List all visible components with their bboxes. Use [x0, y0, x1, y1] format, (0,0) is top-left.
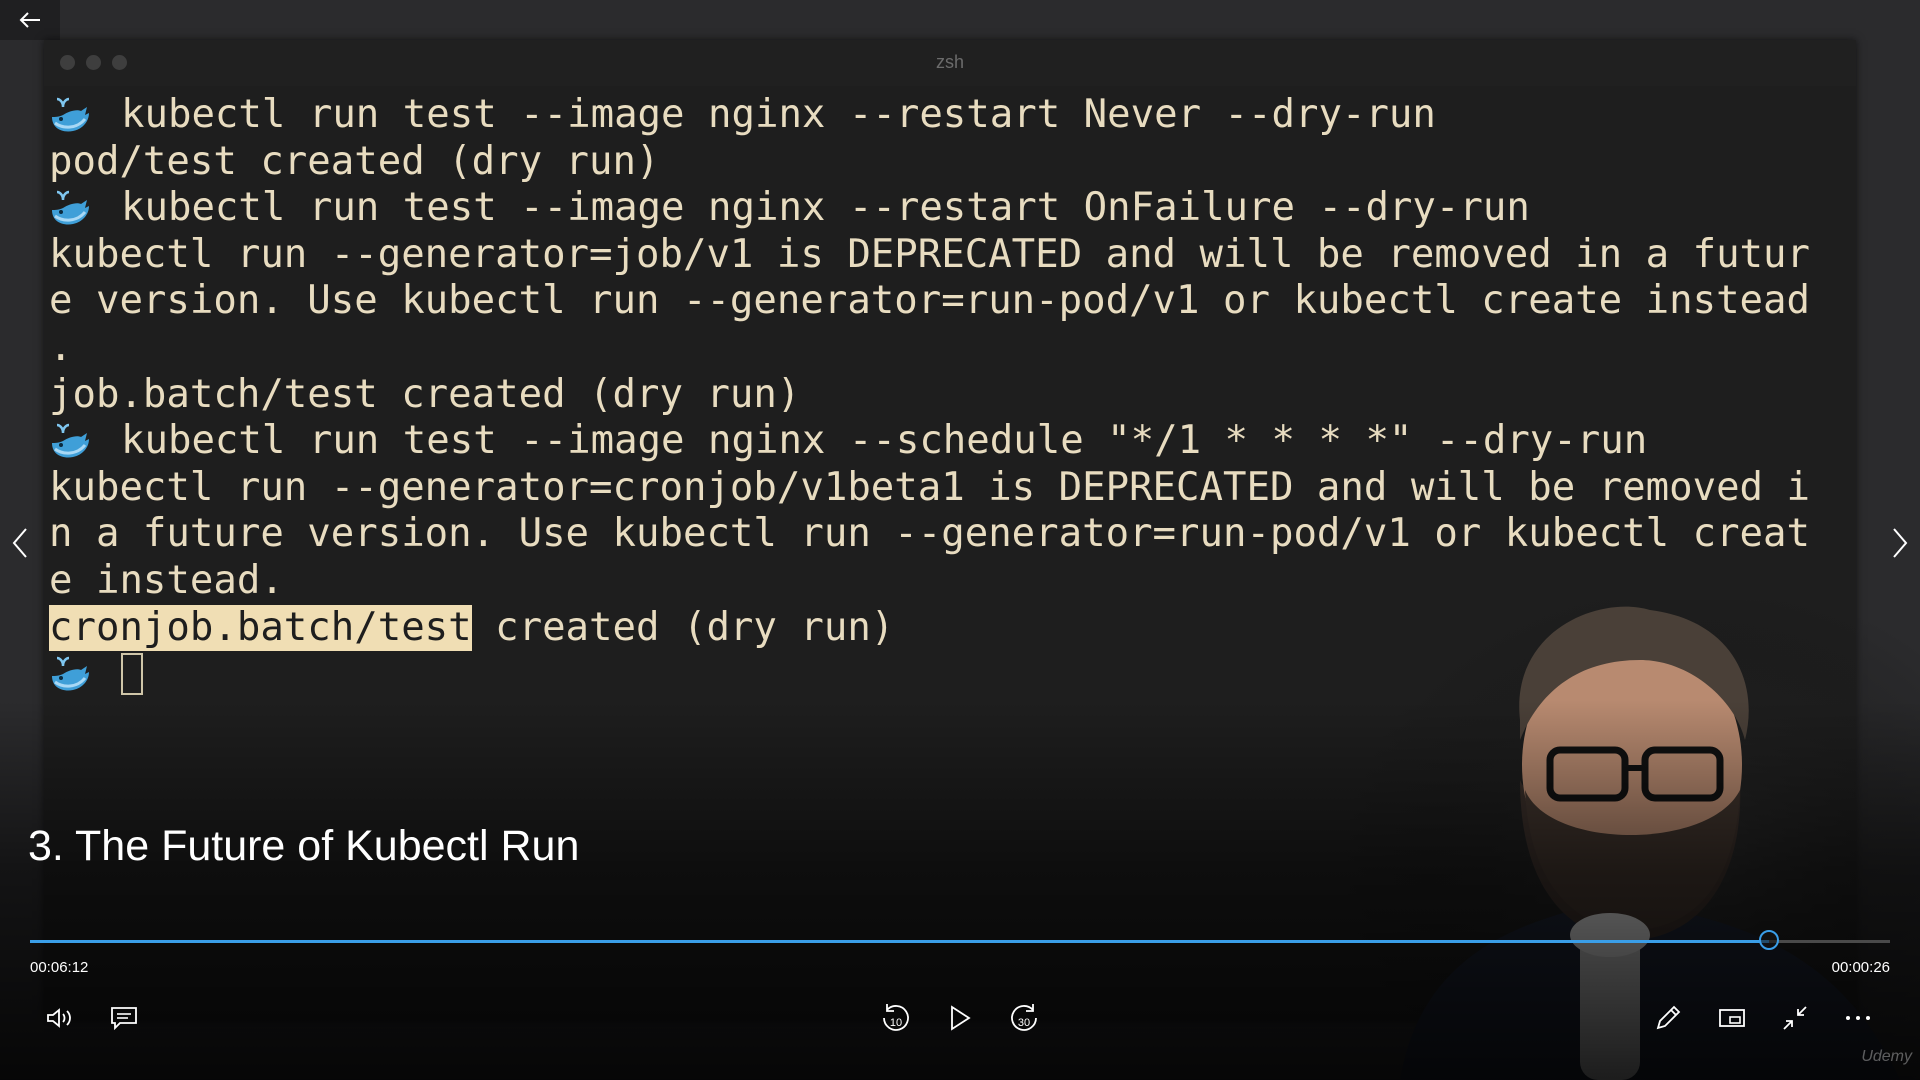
captions-icon: [111, 1007, 137, 1030]
rewind-10-button[interactable]: 10: [874, 996, 918, 1040]
output-line: kubectl run --generator=cronjob/v1beta1 …: [49, 465, 1856, 512]
volume-icon: [47, 1008, 71, 1028]
progress-bar[interactable]: [30, 930, 1890, 950]
terminal-title: zsh: [935, 52, 964, 72]
chevron-left-icon: [12, 528, 27, 558]
highlighted-text: cronjob.batch/test: [49, 604, 472, 652]
more-options-button[interactable]: [1836, 996, 1880, 1040]
remaining-time: 00:00:26: [1831, 959, 1890, 976]
rewind-label: 10: [890, 1017, 902, 1029]
exit-fullscreen-button[interactable]: [1773, 996, 1817, 1040]
terminal-titlebar: zsh: [44, 40, 1856, 86]
output-line: n a future version. Use kubectl run --ge…: [49, 511, 1856, 558]
output-text: .: [49, 324, 73, 370]
forward-30-button[interactable]: 30: [1002, 996, 1046, 1040]
command-line: kubectl run test --image nginx --schedul…: [49, 418, 1856, 465]
output-text: created (dry run): [471, 604, 895, 650]
forward-icon: 30: [1011, 1004, 1037, 1031]
command-line: kubectl run test --image nginx --restart…: [49, 185, 1856, 232]
whale-icon: [52, 191, 89, 225]
video-title: 3. The Future of Kubectl Run: [28, 822, 580, 870]
output-line: kubectl run --generator=job/v1 is DEPREC…: [49, 232, 1856, 279]
output-text: kubectl run --generator=cronjob/v1beta1 …: [49, 464, 1810, 510]
captions-button[interactable]: [102, 996, 146, 1040]
whale-icon: [52, 98, 89, 132]
next-lecture-button[interactable]: [1880, 518, 1920, 568]
volume-button[interactable]: [38, 996, 82, 1040]
mini-view-icon: [1719, 1009, 1745, 1027]
back-arrow-icon: [19, 12, 40, 28]
play-button[interactable]: [938, 996, 982, 1040]
play-icon: [951, 1005, 971, 1031]
output-text: kubectl run --generator=job/v1 is DEPREC…: [49, 231, 1810, 277]
presenter-video: [1340, 600, 1920, 1080]
back-button[interactable]: [0, 0, 60, 40]
forward-label: 30: [1018, 1017, 1030, 1029]
command-text: kubectl run test --image nginx --schedul…: [121, 418, 1648, 464]
output-text: e instead.: [49, 557, 284, 603]
command-text: kubectl run test --image nginx --restart…: [121, 92, 1436, 137]
output-line: .: [49, 325, 1856, 372]
output-text: n a future version. Use kubectl run --ge…: [49, 511, 1810, 557]
mini-view-button[interactable]: [1710, 996, 1754, 1040]
progress-handle[interactable]: [1759, 930, 1780, 950]
previous-lecture-button[interactable]: [0, 518, 40, 568]
udemy-watermark: Udemy: [1861, 1048, 1912, 1065]
output-text: e version. Use kubectl run --generator=r…: [49, 278, 1810, 324]
chevron-right-icon: [1893, 528, 1908, 558]
whale-icon: [52, 657, 89, 691]
draw-button[interactable]: [1646, 996, 1690, 1040]
progress-fill: [30, 940, 1770, 943]
output-line: e version. Use kubectl run --generator=r…: [49, 278, 1856, 325]
pen-icon: [1656, 1005, 1681, 1030]
exit-fullscreen-icon: [1783, 1006, 1807, 1030]
rewind-icon: 10: [883, 1004, 909, 1031]
whale-icon: [52, 424, 89, 458]
output-line: pod/test created (dry run): [49, 139, 1856, 186]
output-line: e instead.: [49, 558, 1856, 605]
elapsed-time: 00:06:12: [30, 959, 89, 976]
output-line: job.batch/test created (dry run): [49, 372, 1856, 419]
more-icon: [1846, 1016, 1870, 1020]
output-text: pod/test created (dry run): [49, 138, 660, 184]
command-line: kubectl run test --image nginx --restart…: [49, 92, 1856, 139]
terminal-cursor: [121, 653, 143, 696]
output-text: job.batch/test created (dry run): [49, 371, 801, 417]
command-text: kubectl run test --image nginx --restart…: [121, 185, 1530, 231]
